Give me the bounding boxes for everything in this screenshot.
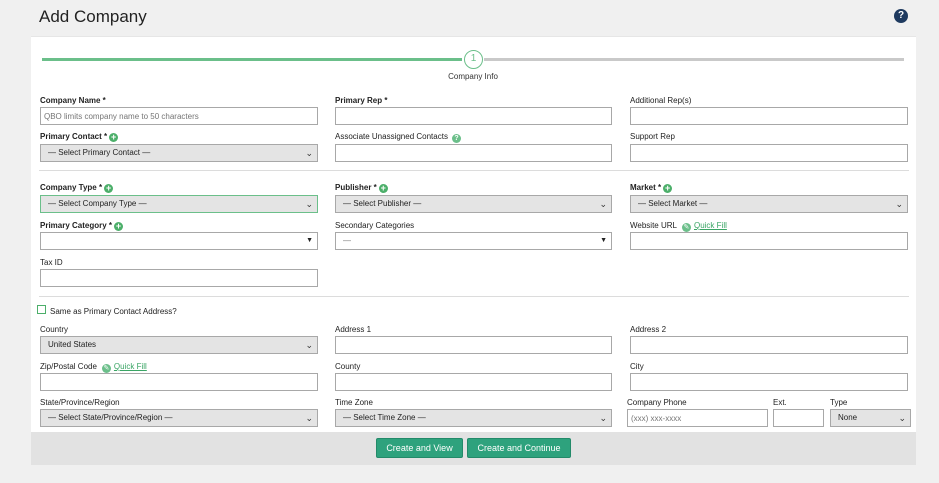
- support-rep-input[interactable]: [630, 144, 908, 162]
- secondary-categories-select[interactable]: — ▼: [335, 232, 612, 250]
- secondary-categories-value: —: [343, 236, 351, 245]
- chevron-down-icon: ⌄: [305, 148, 313, 158]
- company-name-input[interactable]: [40, 107, 318, 125]
- primary-contact-label: Primary Contact * +: [40, 132, 119, 142]
- phone-type-label: Type: [830, 398, 848, 407]
- additional-reps-input[interactable]: [630, 107, 908, 125]
- state-select[interactable]: — Select State/Province/Region — ⌄: [40, 409, 318, 427]
- ext-label: Ext.: [773, 398, 787, 407]
- associate-unassigned-label-text: Associate Unassigned Contacts: [335, 132, 448, 141]
- add-publisher-icon[interactable]: +: [378, 184, 388, 193]
- market-value: — Select Market —: [638, 199, 708, 208]
- zip-label: Zip/Postal Code ✎ Quick Fill: [40, 362, 147, 373]
- primary-rep-label: Primary Rep *: [335, 96, 388, 105]
- chevron-down-icon: ⌄: [305, 340, 313, 350]
- county-input[interactable]: [335, 373, 612, 391]
- same-as-primary-checkbox[interactable]: [37, 305, 46, 314]
- company-type-label: Company Type * +: [40, 183, 114, 193]
- progress-bar-remaining: [484, 58, 904, 61]
- address2-label: Address 2: [630, 325, 667, 334]
- support-rep-label: Support Rep: [630, 132, 675, 141]
- city-label: City: [630, 362, 644, 371]
- help-icon[interactable]: ?: [894, 9, 908, 23]
- market-label-text: Market *: [630, 183, 662, 192]
- primary-contact-label-text: Primary Contact *: [40, 132, 108, 141]
- magic-wand-icon: ✎: [101, 364, 111, 373]
- step-label: Company Info: [448, 72, 498, 81]
- caret-down-icon: ▼: [600, 237, 607, 244]
- time-zone-value: — Select Time Zone —: [343, 413, 426, 422]
- state-value: — Select State/Province/Region —: [48, 413, 173, 422]
- additional-reps-label: Additional Rep(s): [630, 96, 692, 105]
- website-url-label-text: Website URL: [630, 221, 677, 230]
- page-title: Add Company: [39, 7, 147, 26]
- caret-down-icon: ▼: [306, 237, 313, 244]
- website-url-input[interactable]: [630, 232, 908, 250]
- associate-unassigned-input[interactable]: [335, 144, 612, 162]
- company-type-label-text: Company Type *: [40, 183, 103, 192]
- chevron-down-icon: ⌄: [898, 413, 906, 423]
- company-phone-input[interactable]: [627, 409, 768, 427]
- chevron-down-icon: ⌄: [895, 199, 903, 209]
- magic-wand-icon: ✎: [681, 223, 691, 232]
- phone-type-select[interactable]: None ⌄: [830, 409, 911, 427]
- publisher-select[interactable]: — Select Publisher — ⌄: [335, 195, 612, 213]
- create-and-continue-button[interactable]: Create and Continue: [467, 438, 571, 458]
- chevron-down-icon: ⌄: [305, 199, 313, 209]
- primary-category-select[interactable]: ▼: [40, 232, 318, 250]
- state-label: State/Province/Region: [40, 398, 120, 407]
- company-type-select[interactable]: — Select Company Type — ⌄: [40, 195, 318, 213]
- step-indicator: 1: [464, 50, 483, 69]
- company-phone-label: Company Phone: [627, 398, 687, 407]
- zip-label-text: Zip/Postal Code: [40, 362, 97, 371]
- primary-rep-input[interactable]: [335, 107, 612, 125]
- section-divider: [39, 296, 909, 297]
- phone-type-value: None: [838, 413, 858, 422]
- publisher-label-text: Publisher *: [335, 183, 377, 192]
- same-as-primary-label: Same as Primary Contact Address?: [50, 307, 177, 316]
- website-url-label: Website URL ✎ Quick Fill: [630, 221, 727, 232]
- chevron-down-icon: ⌄: [599, 413, 607, 423]
- form-footer: Create and View Create and Continue: [31, 432, 916, 465]
- company-form-card: 1 Company Info Company Name * Primary Re…: [31, 36, 916, 432]
- company-type-value: — Select Company Type —: [48, 199, 147, 208]
- market-select[interactable]: — Select Market — ⌄: [630, 195, 908, 213]
- question-icon[interactable]: ?: [451, 134, 461, 143]
- county-label: County: [335, 362, 361, 371]
- city-input[interactable]: [630, 373, 908, 391]
- time-zone-select[interactable]: — Select Time Zone — ⌄: [335, 409, 612, 427]
- zip-quick-fill-link[interactable]: Quick Fill: [114, 362, 147, 371]
- publisher-label: Publisher * +: [335, 183, 388, 193]
- country-select[interactable]: United States ⌄: [40, 336, 318, 354]
- company-name-label: Company Name *: [40, 96, 106, 105]
- primary-category-label: Primary Category * +: [40, 221, 124, 231]
- tax-id-input[interactable]: [40, 269, 318, 287]
- country-label: Country: [40, 325, 69, 334]
- website-quick-fill-link[interactable]: Quick Fill: [694, 221, 727, 230]
- associate-unassigned-label: Associate Unassigned Contacts?: [335, 132, 461, 143]
- address2-input[interactable]: [630, 336, 908, 354]
- tax-id-label: Tax ID: [40, 258, 63, 267]
- chevron-down-icon: ⌄: [305, 413, 313, 423]
- ext-input[interactable]: [773, 409, 824, 427]
- address1-label: Address 1: [335, 325, 372, 334]
- primary-contact-select[interactable]: — Select Primary Contact — ⌄: [40, 144, 318, 162]
- market-label: Market * +: [630, 183, 673, 193]
- add-company-type-icon[interactable]: +: [104, 184, 114, 193]
- progress-bar-complete: [42, 58, 462, 61]
- add-primary-contact-icon[interactable]: +: [109, 133, 119, 142]
- add-primary-category-icon[interactable]: +: [114, 222, 124, 231]
- chevron-down-icon: ⌄: [599, 199, 607, 209]
- create-and-view-button[interactable]: Create and View: [376, 438, 463, 458]
- add-market-icon[interactable]: +: [663, 184, 673, 193]
- zip-input[interactable]: [40, 373, 318, 391]
- time-zone-label: Time Zone: [335, 398, 373, 407]
- primary-contact-value: — Select Primary Contact —: [48, 148, 151, 157]
- primary-category-label-text: Primary Category *: [40, 221, 113, 230]
- publisher-value: — Select Publisher —: [343, 199, 422, 208]
- section-divider: [39, 170, 909, 171]
- address1-input[interactable]: [335, 336, 612, 354]
- secondary-categories-label: Secondary Categories: [335, 221, 415, 230]
- country-value: United States: [48, 340, 97, 349]
